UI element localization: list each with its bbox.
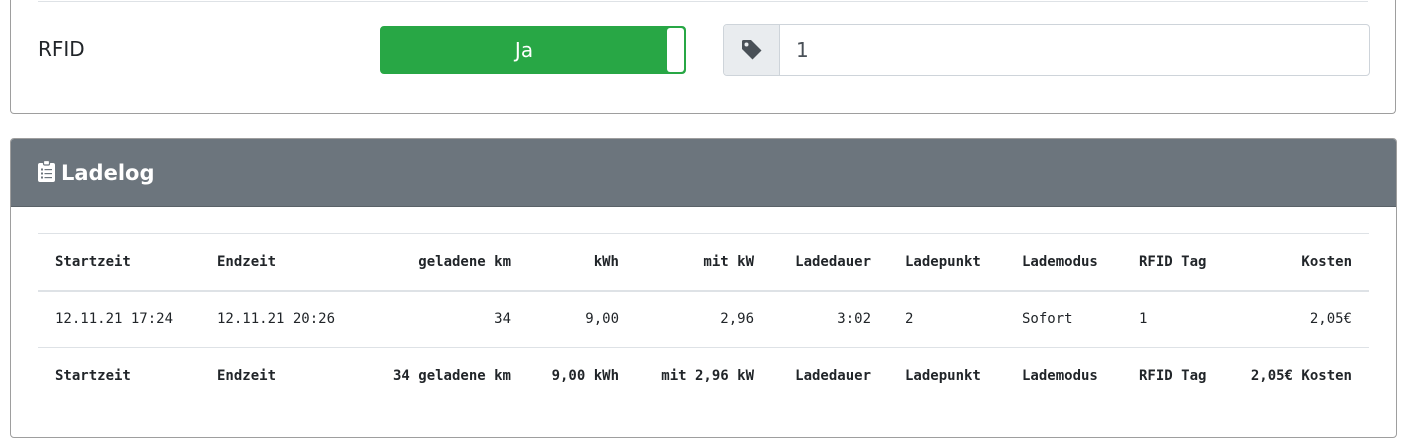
- table-footer-row: Startzeit Endzeit 34 geladene km 9,00 kW…: [38, 348, 1369, 405]
- footer-lademodus: Lademodus: [1022, 368, 1098, 385]
- footer-ladedauer: Ladedauer: [795, 368, 871, 385]
- col-lademodus[interactable]: Lademodus: [1005, 234, 1122, 291]
- table-header-row: Startzeit Endzeit geladene km kWh mit kW…: [38, 233, 1369, 291]
- col-startzeit[interactable]: Startzeit: [38, 234, 200, 291]
- col-mit-kw[interactable]: mit kW: [636, 234, 771, 291]
- cell-ladepunkt: 2: [905, 311, 914, 328]
- footer-ladepunkt: Ladepunkt: [905, 368, 981, 385]
- cell-kosten: 2,05€: [1309, 311, 1352, 328]
- ladelog-table: Startzeit Endzeit geladene km kWh mit kW…: [38, 233, 1369, 405]
- rfid-tag-input[interactable]: [780, 25, 1369, 75]
- footer-startzeit: Startzeit: [55, 368, 131, 385]
- col-kwh[interactable]: kWh: [528, 234, 636, 291]
- col-ladedauer[interactable]: Ladedauer: [771, 234, 888, 291]
- rfid-tag-input-group: [723, 24, 1370, 76]
- cell-mit-kw: 2,96: [720, 311, 754, 328]
- cell-lademodus: Sofort: [1022, 311, 1073, 328]
- cell-rfid-tag: 1: [1139, 311, 1148, 328]
- cell-geladene-km: 34: [494, 311, 511, 328]
- footer-kosten: 2,05€ Kosten: [1250, 368, 1352, 385]
- col-geladene-km[interactable]: geladene km: [373, 234, 528, 291]
- cell-ladedauer: 3:02: [837, 311, 871, 328]
- tag-icon: [724, 25, 780, 75]
- footer-mit-kw: mit 2,96 kW: [661, 368, 754, 385]
- col-kosten[interactable]: Kosten: [1227, 234, 1369, 291]
- rfid-toggle-label: Ja: [514, 38, 534, 62]
- ladelog-card: Ladelog Startzeit Endzeit geladene km kW…: [10, 138, 1397, 438]
- footer-rfid-tag: RFID Tag: [1139, 368, 1207, 385]
- col-rfid-tag[interactable]: RFID Tag: [1122, 234, 1227, 291]
- row-divider: [38, 1, 1368, 2]
- footer-geladene-km: 34 geladene km: [392, 368, 511, 385]
- rfid-label: RFID: [38, 37, 85, 61]
- rfid-toggle[interactable]: Ja: [380, 26, 686, 74]
- footer-endzeit: Endzeit: [217, 368, 277, 385]
- rfid-toggle-handle[interactable]: [667, 28, 684, 72]
- clipboard-icon: [38, 159, 55, 186]
- footer-kwh: 9,00 kWh: [551, 368, 619, 385]
- cell-endzeit: 12.11.21 20:26: [217, 311, 336, 328]
- col-endzeit[interactable]: Endzeit: [200, 234, 373, 291]
- cell-kwh: 9,00: [585, 311, 619, 328]
- ladelog-title: Ladelog: [61, 160, 155, 185]
- ladelog-header: Ladelog: [11, 139, 1396, 207]
- rfid-settings-card: RFID Ja: [10, 0, 1396, 114]
- cell-startzeit: 12.11.21 17:24: [55, 311, 174, 328]
- table-row: 12.11.21 17:24 12.11.21 20:26 34 9,00 2,…: [38, 291, 1369, 348]
- col-ladepunkt[interactable]: Ladepunkt: [888, 234, 1005, 291]
